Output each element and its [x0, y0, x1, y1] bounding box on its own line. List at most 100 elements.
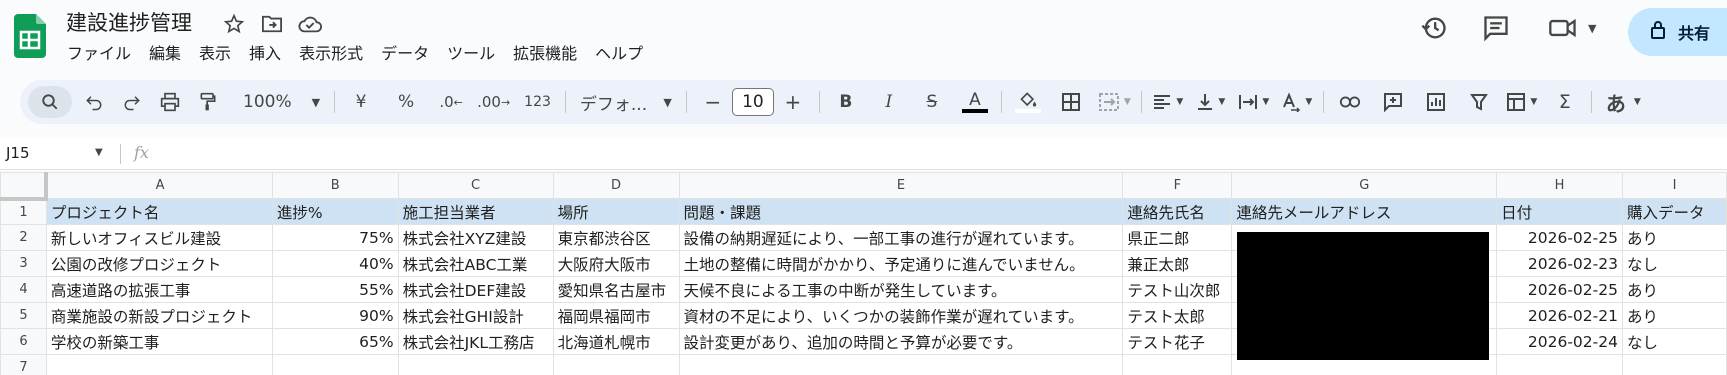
column-header-i[interactable]: I — [1621, 172, 1727, 199]
column-header-h[interactable]: H — [1496, 172, 1623, 199]
cell-d2[interactable]: 東京都渋谷区 — [552, 224, 680, 251]
decrease-font-size-button[interactable]: − — [697, 86, 729, 118]
cloud-saved-icon[interactable] — [298, 12, 322, 36]
column-header-b[interactable]: B — [271, 172, 399, 199]
input-tools-button[interactable]: あ ▼ — [1602, 86, 1645, 118]
cell-f6[interactable]: テスト花子 — [1122, 328, 1233, 355]
filter-icon[interactable] — [1463, 86, 1495, 118]
column-header-d[interactable]: D — [552, 172, 680, 199]
select-all-corner[interactable] — [0, 172, 49, 201]
cell-i3[interactable]: なし — [1621, 250, 1727, 277]
increase-font-size-button[interactable]: + — [777, 86, 809, 118]
cell-h3[interactable]: 2026-02-23 — [1496, 250, 1623, 277]
name-box[interactable]: J15 ▼ — [6, 144, 106, 162]
filter-views-icon[interactable]: ▼ — [1506, 86, 1538, 118]
print-icon[interactable] — [154, 86, 186, 118]
comments-icon[interactable] — [1482, 14, 1510, 42]
history-icon[interactable] — [1420, 14, 1448, 42]
cell-c4[interactable]: 株式会社DEF建設 — [397, 276, 554, 303]
cell-f4[interactable]: テスト山次郎 — [1122, 276, 1233, 303]
cell-e5[interactable]: 資材の不足により、いくつかの装飾作業が遅れています。 — [678, 302, 1124, 329]
cell-f1[interactable]: 連絡先氏名 — [1122, 198, 1233, 225]
cell-b6[interactable]: 65% — [271, 328, 399, 355]
cell-e2[interactable]: 設備の納期遅延により、一部工事の進行が遅れています。 — [678, 224, 1124, 251]
meet-icon[interactable]: ▼ — [1548, 14, 1596, 42]
bold-button[interactable]: B — [830, 86, 862, 118]
redo-icon[interactable] — [116, 86, 148, 118]
menu-file[interactable]: ファイル — [58, 42, 140, 66]
decrease-decimal-button[interactable]: .0 ← — [435, 86, 467, 118]
cell-i7[interactable] — [1621, 354, 1727, 375]
cell-d1[interactable]: 場所 — [552, 198, 680, 225]
cell-a3[interactable]: 公園の改修プロジェクト — [45, 250, 273, 277]
menu-help[interactable]: ヘルプ — [586, 42, 652, 66]
borders-icon[interactable] — [1055, 86, 1087, 118]
search-menus-icon[interactable] — [28, 86, 72, 118]
currency-format-button[interactable]: ¥ — [345, 86, 377, 118]
cell-h5[interactable]: 2026-02-21 — [1496, 302, 1623, 329]
menu-extensions[interactable]: 拡張機能 — [504, 42, 586, 66]
cell-b2[interactable]: 75% — [271, 224, 399, 251]
menu-format[interactable]: 表示形式 — [290, 42, 372, 66]
cell-b1[interactable]: 進捗% — [271, 198, 399, 225]
cell-b5[interactable]: 90% — [271, 302, 399, 329]
cell-e4[interactable]: 天候不良による工事の中断が発生しています。 — [678, 276, 1124, 303]
cell-d4[interactable]: 愛知県名古屋市 — [552, 276, 680, 303]
italic-button[interactable]: I — [873, 86, 905, 118]
cell-e3[interactable]: 土地の整備に時間がかかり、予定通りに進んでいません。 — [678, 250, 1124, 277]
cell-c6[interactable]: 株式会社JKL工務店 — [397, 328, 554, 355]
cell-c2[interactable]: 株式会社XYZ建設 — [397, 224, 554, 251]
cell-c1[interactable]: 施工担当業者 — [397, 198, 554, 225]
cell-a6[interactable]: 学校の新築工事 — [45, 328, 273, 355]
cell-a2[interactable]: 新しいオフィスビル建設 — [45, 224, 273, 251]
row-header[interactable]: 4 — [0, 276, 47, 303]
row-header[interactable]: 2 — [0, 224, 47, 251]
cell-i5[interactable]: あり — [1621, 302, 1727, 329]
star-icon[interactable] — [222, 12, 246, 36]
cell-d7[interactable] — [552, 354, 680, 375]
cell-i1[interactable]: 購入データ — [1621, 198, 1727, 225]
strikethrough-button[interactable]: S — [916, 86, 948, 118]
font-size-input[interactable]: 10 — [731, 88, 774, 116]
cell-h1[interactable]: 日付 — [1496, 198, 1623, 225]
cell-a4[interactable]: 高速道路の拡張工事 — [45, 276, 273, 303]
column-header-e[interactable]: E — [678, 172, 1124, 199]
row-header[interactable]: 5 — [0, 302, 47, 329]
share-button[interactable]: 共有 — [1628, 8, 1727, 56]
cell-i2[interactable]: あり — [1621, 224, 1727, 251]
cell-h4[interactable]: 2026-02-25 — [1496, 276, 1623, 303]
cell-h7[interactable] — [1496, 354, 1623, 375]
cell-c3[interactable]: 株式会社ABC工業 — [397, 250, 554, 277]
text-wrapping-icon[interactable]: ▼ — [1238, 86, 1270, 118]
cell-f7[interactable] — [1122, 354, 1233, 375]
cell-d5[interactable]: 福岡県福岡市 — [552, 302, 680, 329]
cell-e7[interactable] — [678, 354, 1124, 375]
cell-b3[interactable]: 40% — [271, 250, 399, 277]
cell-a1[interactable]: プロジェクト名 — [45, 198, 273, 225]
cell-i4[interactable]: あり — [1621, 276, 1727, 303]
zoom-select[interactable]: 100% ▼ — [239, 86, 324, 118]
menu-view[interactable]: 表示 — [190, 42, 240, 66]
column-header-c[interactable]: C — [397, 172, 554, 199]
paint-format-icon[interactable] — [192, 86, 224, 118]
row-header[interactable]: 3 — [0, 250, 47, 277]
row-header[interactable]: 7 — [0, 354, 47, 375]
merge-cells-icon[interactable]: ▼ — [1098, 86, 1131, 118]
cell-b4[interactable]: 55% — [271, 276, 399, 303]
cell-c5[interactable]: 株式会社GHI設計 — [397, 302, 554, 329]
percent-format-button[interactable]: % — [390, 86, 422, 118]
cell-e6[interactable]: 設計変更があり、追加の時間と予算が必要です。 — [678, 328, 1124, 355]
document-title[interactable]: 建設進捗管理 — [66, 8, 192, 38]
undo-icon[interactable] — [78, 86, 110, 118]
cell-e1[interactable]: 問題・課題 — [678, 198, 1124, 225]
move-folder-icon[interactable] — [260, 12, 284, 36]
text-rotation-icon[interactable]: ▼ — [1281, 86, 1313, 118]
menu-tools[interactable]: ツール — [438, 42, 504, 66]
horizontal-align-icon[interactable]: ▼ — [1152, 86, 1184, 118]
cell-d6[interactable]: 北海道札幌市 — [552, 328, 680, 355]
cell-i6[interactable]: なし — [1621, 328, 1727, 355]
cell-b7[interactable] — [271, 354, 399, 375]
row-header[interactable]: 1 — [0, 198, 47, 225]
font-select[interactable]: デフォ... ▼ — [576, 86, 676, 118]
insert-chart-icon[interactable] — [1420, 86, 1452, 118]
